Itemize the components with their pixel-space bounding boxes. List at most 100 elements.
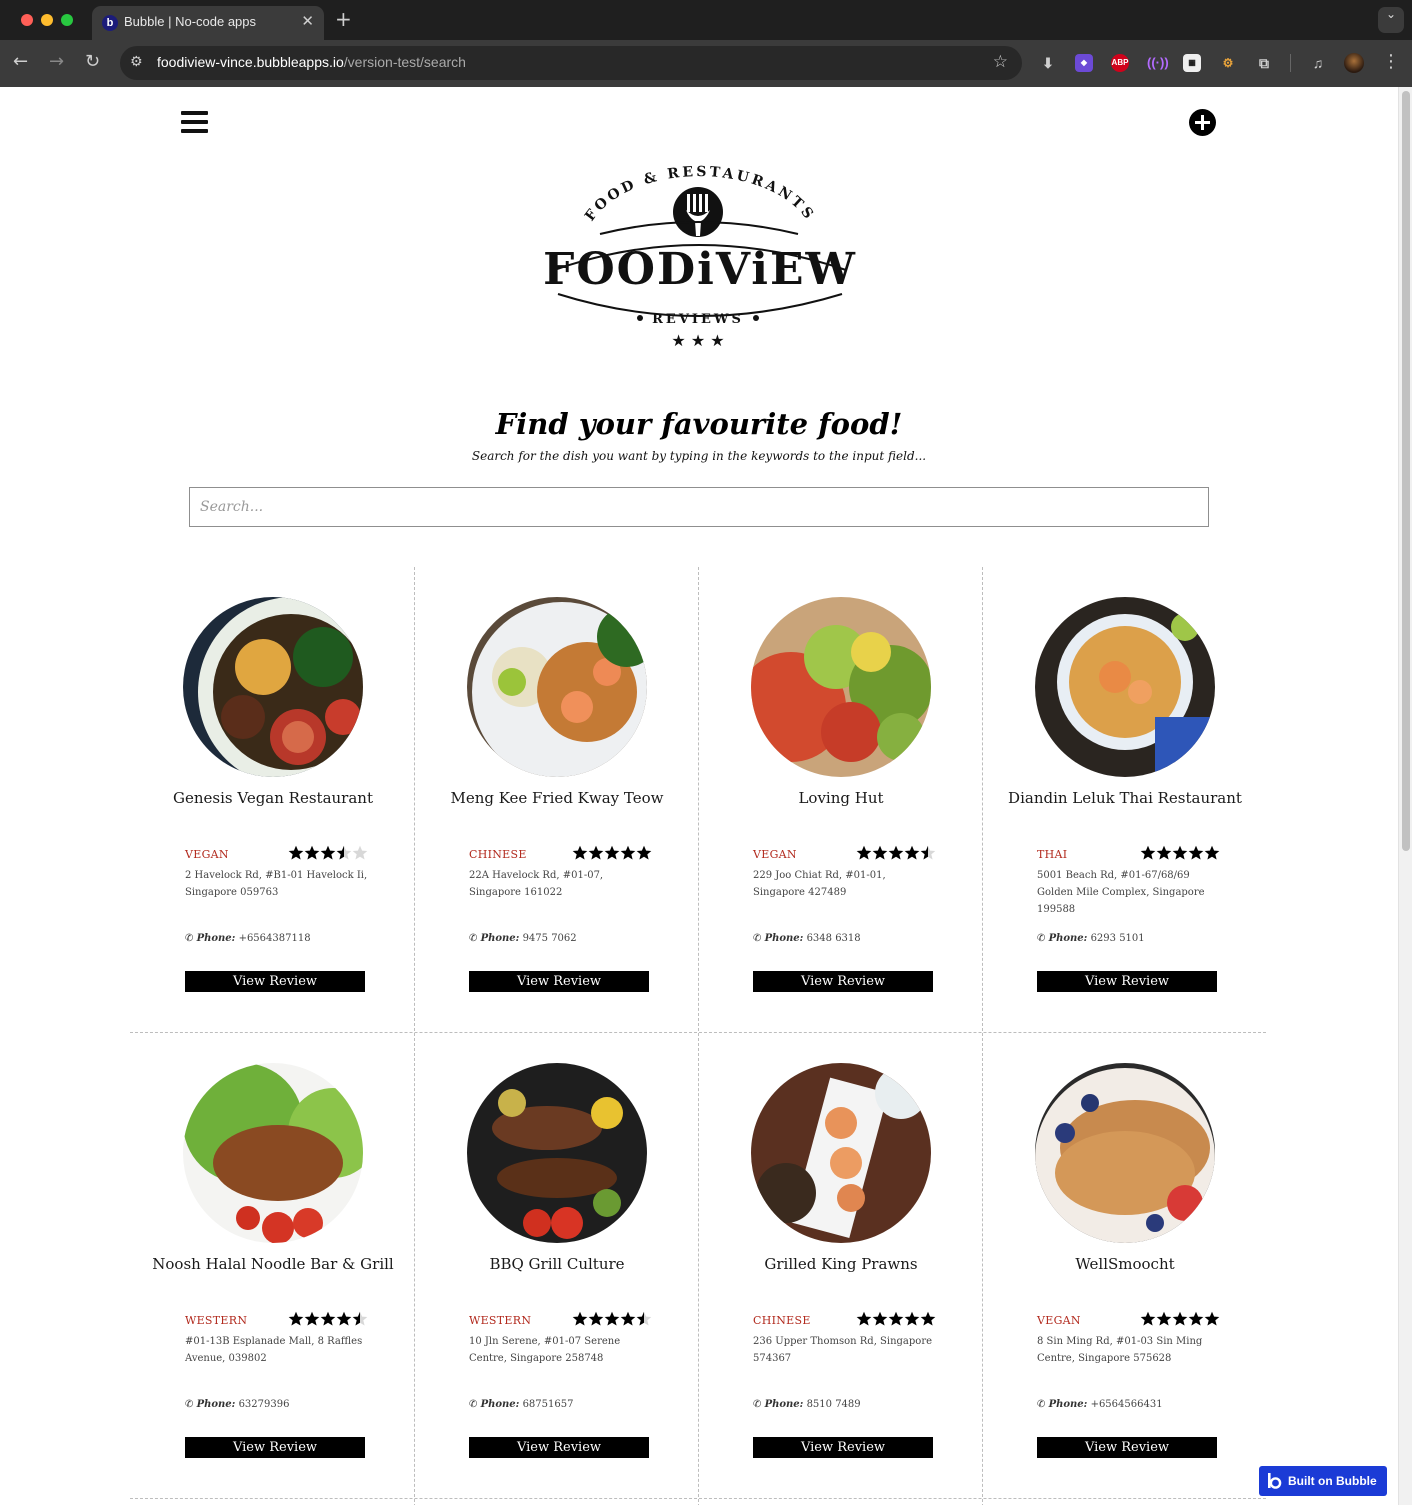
phone-number: 8510 7489 (806, 1399, 861, 1410)
restaurant-address: #01-13B Esplanade Mall, 8 Raffles Avenue… (185, 1336, 363, 1364)
tab-search-button[interactable]: ⌄ (1378, 7, 1404, 33)
star-icon (288, 845, 304, 860)
tab-title: Bubble | No-code apps (124, 14, 257, 29)
phone-number: 9475 7062 (522, 933, 577, 944)
restaurant-address: 8 Sin Ming Rd, #01-03 Sin Ming Centre, S… (1037, 1336, 1203, 1364)
phone-label: Phone: (480, 933, 520, 944)
tom-yum-photo[interactable] (1035, 597, 1215, 777)
bookmark-star-icon[interactable]: ☆ (993, 52, 1008, 72)
star-icon (352, 1311, 368, 1326)
view-review-button[interactable]: View Review (185, 1437, 365, 1458)
pancakes-photo[interactable] (1035, 1063, 1215, 1243)
star-icon (352, 845, 368, 860)
window-minimize-button[interactable] (41, 14, 53, 26)
cuisine-tag: Vegan (1037, 1314, 1081, 1327)
bbq-grill-photo[interactable] (467, 1063, 647, 1243)
browser-tab-bar: b Bubble | No-code apps ✕ + ⌄ (0, 0, 1412, 40)
restaurant-phone: ✆ Phone: 63279396 (185, 1399, 289, 1410)
url-host: foodiview-vince.bubbleapps.io (157, 54, 344, 70)
phone-label: Phone: (480, 1399, 520, 1410)
page-scrollbar[interactable] (1398, 87, 1412, 1505)
star-rating (288, 845, 368, 860)
grilled-chicken-photo[interactable] (183, 1063, 363, 1243)
star-icon (1156, 845, 1172, 860)
shield-extension-icon[interactable]: ◆ (1075, 54, 1093, 72)
restaurant-name: Diandin Leluk Thai Restaurant (1008, 789, 1242, 807)
phone-icon: ✆ (469, 1399, 478, 1410)
restaurant-address: 229 Joo Chiat Rd, #01-01, Singapore 4274… (753, 870, 886, 898)
profile-avatar[interactable] (1344, 53, 1364, 73)
browser-toolbar: ← → ↻ ⚙ foodiview-vince.bubbleapps.io/ve… (0, 40, 1412, 87)
tab-close-icon[interactable]: ✕ (301, 12, 314, 30)
forward-button[interactable]: → (49, 51, 64, 72)
star-rating (1140, 1311, 1220, 1326)
restaurant-address: 2 Havelock Rd, #B1-01 Havelock Ii, Singa… (185, 870, 368, 898)
browser-tab[interactable]: b Bubble | No-code apps ✕ (92, 6, 324, 40)
qr-code-icon[interactable]: ▦ (1183, 54, 1201, 72)
built-on-bubble-badge[interactable]: Built on Bubble (1259, 1466, 1387, 1496)
view-review-button[interactable]: View Review (1037, 971, 1217, 992)
restaurant-name: Loving Hut (798, 789, 884, 807)
bubble-favicon-icon: b (102, 15, 118, 31)
star-rating (288, 1311, 368, 1326)
star-icon (620, 845, 636, 860)
restaurant-address: 22A Havelock Rd, #01-07, Singapore 16102… (469, 870, 604, 898)
star-icon (572, 1311, 588, 1326)
browser-menu-icon[interactable]: ⋮ (1382, 51, 1400, 72)
back-button[interactable]: ← (13, 51, 28, 72)
view-review-button[interactable]: View Review (185, 971, 365, 992)
media-control-icon[interactable]: ♫ (1309, 54, 1327, 72)
address-bar[interactable]: ⚙ foodiview-vince.bubbleapps.io/version-… (120, 46, 1022, 80)
restaurant-name: WellSmoocht (1075, 1255, 1175, 1273)
page-subtitle: Search for the dish you want by typing i… (471, 449, 927, 463)
restaurant-phone: ✆ Phone: 9475 7062 (469, 933, 577, 944)
salad-photo[interactable] (751, 597, 931, 777)
star-icon (1204, 1311, 1220, 1326)
restaurant-card: Genesis Vegan Restaurant Vegan 2 Havelock … (130, 567, 414, 1033)
cookie-extension-icon[interactable]: ⚙ (1219, 54, 1237, 72)
view-review-button[interactable]: View Review (469, 1437, 649, 1458)
star-icon (904, 1311, 920, 1326)
view-review-button[interactable]: View Review (753, 971, 933, 992)
cuisine-tag: Chinese (753, 1314, 811, 1327)
phone-icon: ✆ (469, 933, 478, 944)
new-tab-button[interactable]: + (335, 7, 352, 31)
url-text[interactable]: foodiview-vince.bubbleapps.io/version-te… (157, 54, 466, 70)
phone-number: +6564387118 (238, 933, 311, 944)
hamburger-menu-icon[interactable] (181, 111, 208, 133)
phone-label: Phone: (1048, 933, 1088, 944)
phone-number: 6293 5101 (1090, 933, 1145, 944)
puzzle-icon[interactable]: ⧉ (1255, 54, 1273, 72)
star-icon (304, 845, 320, 860)
add-plus-icon[interactable] (1189, 109, 1216, 136)
restaurant-address: 5001 Beach Rd, #01-67/68/69 Golden Mile … (1037, 870, 1205, 915)
view-review-button[interactable]: View Review (753, 1437, 933, 1458)
cuisine-tag: Chinese (469, 848, 527, 861)
adblock-plus-icon[interactable]: ABP (1111, 54, 1129, 72)
star-icon (604, 1311, 620, 1326)
restaurant-card: Grilled King Prawns Chinese 236 Upper Thom… (698, 1033, 982, 1499)
restaurant-phone: ✆ Phone: +6564566431 (1037, 1399, 1163, 1410)
restaurant-name: Genesis Vegan Restaurant (173, 789, 373, 807)
reload-button[interactable]: ↻ (85, 51, 100, 72)
vegan-bowl-photo[interactable] (183, 597, 363, 777)
cuisine-tag: Western (469, 1314, 532, 1327)
star-icon (288, 1311, 304, 1326)
badge-text: Built on Bubble (1288, 1474, 1377, 1488)
prawns-photo[interactable] (751, 1063, 931, 1243)
window-close-button[interactable] (21, 14, 33, 26)
broadcast-extension-icon[interactable]: ((·)) (1147, 54, 1169, 72)
cuisine-tag: Western (185, 1314, 248, 1327)
view-review-button[interactable]: View Review (1037, 1437, 1217, 1458)
view-review-button[interactable]: View Review (469, 971, 649, 992)
download-icon[interactable]: ⬇ (1039, 54, 1057, 72)
restaurant-phone: ✆ Phone: 6293 5101 (1037, 933, 1145, 944)
phone-label: Phone: (1048, 1399, 1088, 1410)
window-zoom-button[interactable] (61, 14, 73, 26)
page-title: Find your favourite food! (495, 407, 903, 441)
pad-thai-photo[interactable] (467, 597, 647, 777)
site-info-icon[interactable]: ⚙ (130, 54, 143, 70)
scrollbar-thumb[interactable] (1402, 91, 1410, 851)
phone-icon: ✆ (753, 1399, 762, 1410)
search-input[interactable] (189, 487, 1209, 527)
